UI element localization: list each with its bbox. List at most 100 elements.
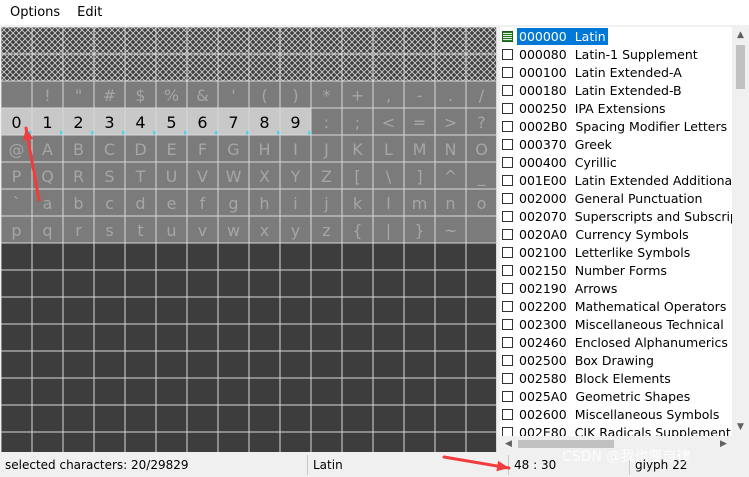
block-list-item[interactable]: 000180 Latin Extended-B — [500, 81, 732, 99]
glyph-char: u — [166, 221, 176, 240]
block-label: 0002B0 Spacing Modifier Letters — [517, 118, 729, 135]
block-list-item[interactable]: 002200 Mathematical Operators — [500, 297, 732, 315]
character-grid-canvas[interactable]: ! " # $% & ' () * +, -. / 0 1 2 3 4 5 6 7 8 9:; < = > ? @ A B C D E F G H… — [1, 27, 497, 452]
block-checkbox[interactable] — [502, 84, 513, 96]
block-name: General Punctuation — [574, 190, 703, 206]
block-list-item[interactable]: 002190 Arrows — [500, 279, 732, 297]
block-label: 000000 Latin — [517, 27, 608, 45]
scroll-up-icon[interactable]: ▲ — [732, 27, 749, 44]
glyph-cell[interactable] — [466, 216, 497, 243]
block-checkbox[interactable] — [502, 264, 513, 276]
menu-options[interactable]: Options — [2, 0, 68, 25]
glyph-char: S — [104, 167, 114, 186]
block-code: 002150 — [519, 262, 567, 278]
block-checkbox[interactable] — [502, 372, 513, 384]
glyph-char: r — [75, 221, 82, 240]
scroll-left-icon[interactable]: ◀ — [500, 436, 517, 453]
glyph-char: V — [197, 167, 208, 186]
block-list-item[interactable]: 002500 Box Drawing — [500, 351, 732, 369]
block-checkbox[interactable] — [502, 228, 513, 240]
block-checkbox[interactable] — [502, 174, 513, 186]
block-list-item[interactable]: 002600 Miscellaneous Symbols — [500, 405, 732, 423]
character-grid[interactable]: ! " # $% & ' () * +, -. / 0 1 2 3 4 5 6 7 8 9:; < = >? @ A B C D E F G H… — [1, 27, 497, 452]
block-checkbox[interactable] — [502, 102, 513, 114]
block-name: Enclosed Alphanumerics — [574, 334, 728, 350]
unicode-block-list[interactable]: 000000 Latin 000080 Latin-1 Supplement 00010… — [500, 27, 732, 436]
block-checkbox[interactable] — [502, 390, 513, 402]
block-label: 0020A0 Currency Symbols — [517, 226, 691, 243]
block-list-item[interactable]: 002070 Superscripts and Subscripts — [500, 207, 732, 225]
glyph-char: l — [386, 194, 390, 213]
block-checkbox[interactable] — [502, 66, 513, 78]
block-list-item[interactable]: 000250 IPA Extensions — [500, 99, 732, 117]
block-list-item[interactable]: 001E00 Latin Extended Additional — [500, 171, 732, 189]
glyph-char: [ — [354, 167, 360, 186]
block-name: Spacing Modifier Letters — [575, 118, 728, 134]
status-block-name: Latin — [309, 455, 509, 475]
block-checkbox[interactable] — [502, 30, 513, 42]
block-checkbox[interactable] — [502, 48, 513, 60]
block-list-item[interactable]: 000080 Latin-1 Supplement — [500, 45, 732, 63]
block-checkbox[interactable] — [502, 210, 513, 222]
block-list-item[interactable]: 002E80 CJK Radicals Supplement — [500, 423, 732, 436]
glyph-char: " — [75, 86, 82, 105]
glyph-char: _ — [477, 167, 487, 187]
block-list-item[interactable]: 000100 Latin Extended-A — [500, 63, 732, 81]
block-code: 000080 — [519, 46, 567, 62]
block-list-item[interactable]: 002150 Number Forms — [500, 261, 732, 279]
glyph-char: N — [445, 140, 457, 159]
block-label: 002000 General Punctuation — [517, 190, 704, 207]
vertical-scroll-thumb[interactable] — [736, 45, 745, 89]
scroll-right-icon[interactable]: ▶ — [715, 436, 732, 453]
glyph-char: p — [11, 221, 21, 240]
block-list-item[interactable]: 0002B0 Spacing Modifier Letters — [500, 117, 732, 135]
block-list-vertical-scrollbar[interactable]: ▲ ▼ — [732, 27, 749, 436]
block-checkbox[interactable] — [502, 246, 513, 258]
glyph-char: 1 — [42, 113, 52, 132]
block-list-item[interactable]: 002460 Enclosed Alphanumerics — [500, 333, 732, 351]
block-checkbox[interactable] — [502, 354, 513, 366]
block-list-item[interactable]: 002000 General Punctuation — [500, 189, 732, 207]
block-name: Miscellaneous Technical — [574, 316, 724, 332]
block-list-item[interactable]: 000400 Cyrillic — [500, 153, 732, 171]
block-name: Latin — [574, 28, 606, 44]
block-checkbox[interactable] — [502, 408, 513, 420]
block-checkbox[interactable] — [502, 282, 513, 294]
block-checkbox[interactable] — [502, 138, 513, 150]
glyph-char: < — [382, 113, 395, 132]
block-list-item[interactable]: 0025A0 Geometric Shapes — [500, 387, 732, 405]
glyph-char: K — [352, 140, 363, 159]
glyph-char: 8 — [259, 113, 269, 132]
scroll-down-icon[interactable]: ▼ — [732, 419, 749, 436]
block-list-item[interactable]: 002100 Letterlike Symbols — [500, 243, 732, 261]
menu-edit[interactable]: Edit — [69, 0, 110, 25]
glyph-char: > — [444, 113, 457, 132]
glyph-char: ) — [292, 86, 298, 105]
block-list-item[interactable]: 000000 Latin — [500, 27, 732, 45]
block-checkbox[interactable] — [502, 426, 513, 436]
glyph-char: ~ — [444, 221, 457, 240]
glyph-char: x — [260, 221, 269, 240]
block-checkbox[interactable] — [502, 300, 513, 312]
glyph-char: v — [198, 221, 207, 240]
block-label: 002300 Miscellaneous Technical — [517, 316, 726, 333]
glyph-char: L — [384, 140, 393, 159]
block-label: 000080 Latin-1 Supplement — [517, 46, 700, 63]
glyph-char: m — [412, 194, 428, 213]
block-list-item[interactable]: 000370 Greek — [500, 135, 732, 153]
block-code: 002300 — [519, 316, 567, 332]
block-checkbox[interactable] — [502, 336, 513, 348]
block-list-item[interactable]: 002580 Block Elements — [500, 369, 732, 387]
block-checkbox[interactable] — [502, 192, 513, 204]
block-label: 000400 Cyrillic — [517, 154, 619, 171]
block-label: 002E80 CJK Radicals Supplement — [517, 424, 732, 437]
glyph-cell[interactable] — [1, 81, 32, 108]
block-checkbox[interactable] — [502, 120, 513, 132]
glyph-char: F — [198, 140, 207, 159]
block-list-item[interactable]: 0020A0 Currency Symbols — [500, 225, 732, 243]
block-checkbox[interactable] — [502, 318, 513, 330]
block-label: 001E00 Latin Extended Additional — [517, 172, 732, 189]
block-checkbox[interactable] — [502, 156, 513, 168]
block-list-item[interactable]: 002300 Miscellaneous Technical — [500, 315, 732, 333]
block-name: IPA Extensions — [574, 100, 666, 116]
